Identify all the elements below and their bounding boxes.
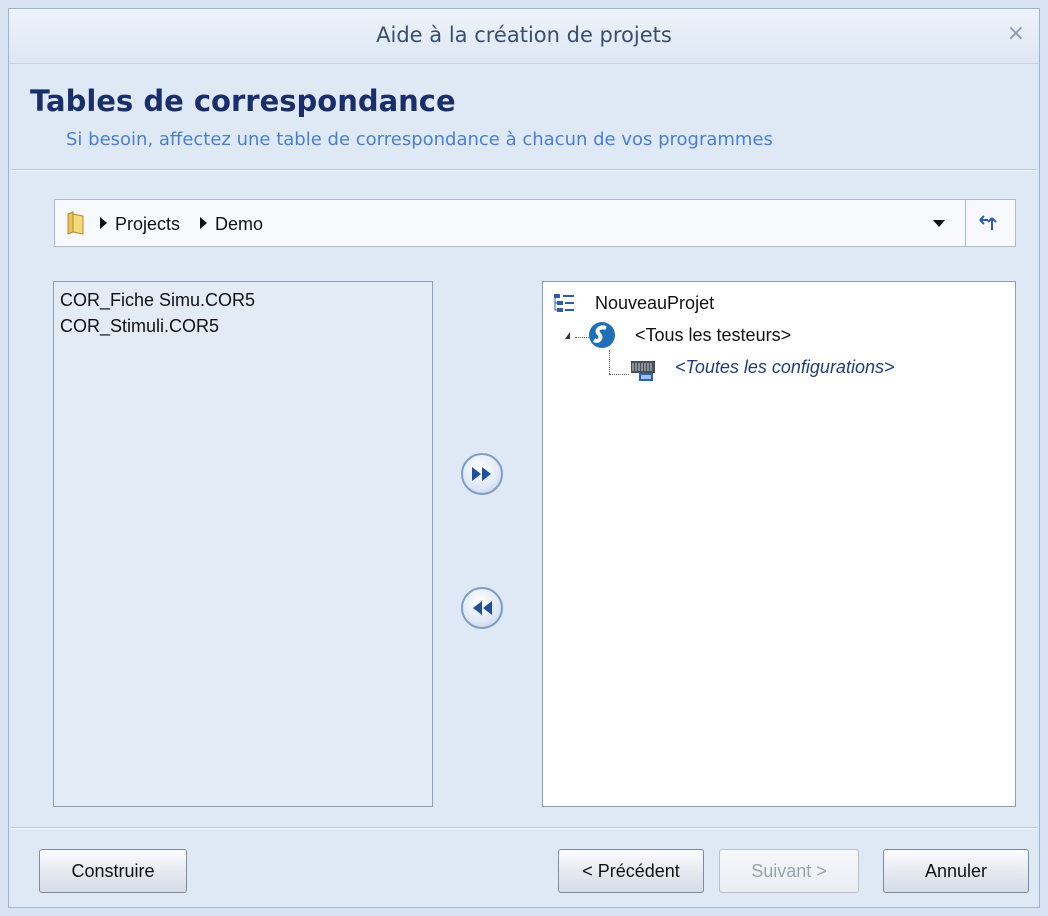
list-item[interactable]: COR_Stimuli.COR5 (60, 316, 219, 337)
close-icon[interactable]: × (1007, 21, 1025, 46)
tree-connector (609, 350, 610, 374)
project-tree[interactable]: NouveauProjet <Tous les testeurs> <Toute… (542, 281, 1016, 807)
tree-node-root[interactable]: NouveauProjet (595, 293, 714, 314)
tree-node-testers[interactable]: <Tous les testeurs> (635, 325, 791, 346)
wizard-window: Aide à la création de projets × Tables d… (8, 8, 1040, 908)
breadcrumb-projects[interactable]: Projects (115, 214, 180, 235)
double-arrow-right-icon (472, 467, 491, 481)
page-subtitle: Si besoin, affectez une table de corresp… (66, 129, 773, 150)
unassign-button[interactable] (461, 587, 503, 629)
refresh-button[interactable] (965, 200, 1015, 246)
tree-expander-icon[interactable] (565, 332, 570, 339)
refresh-icon (979, 215, 997, 230)
available-tables-list[interactable]: COR_Fiche Simu.COR5 COR_Stimuli.COR5 (53, 281, 433, 807)
header-divider (11, 169, 1037, 171)
list-item[interactable]: COR_Fiche Simu.COR5 (60, 290, 255, 311)
tree-root-icon (554, 294, 574, 312)
tree-node-configurations[interactable]: <Toutes les configurations> (675, 357, 894, 378)
page-header: Tables de correspondance Si besoin, affe… (9, 73, 1039, 167)
assign-button[interactable] (461, 453, 503, 495)
next-button[interactable]: Suivant > (719, 849, 859, 893)
chevron-down-icon[interactable] (933, 220, 945, 227)
cancel-button[interactable]: Annuler (883, 849, 1029, 893)
page-title: Tables de correspondance (30, 84, 456, 118)
footer-divider (11, 827, 1037, 829)
testers-icon (589, 322, 615, 348)
double-arrow-left-icon (473, 601, 492, 615)
configuration-icon (631, 361, 655, 381)
breadcrumb-demo[interactable]: Demo (215, 214, 263, 235)
build-button[interactable]: Construire (39, 849, 187, 893)
window-title: Aide à la création de projets (376, 23, 672, 47)
breadcrumb-separator-icon (100, 217, 107, 229)
tree-connector (609, 374, 629, 375)
previous-button[interactable]: < Précédent (558, 849, 704, 893)
folder-icon (67, 211, 84, 235)
title-bar: Aide à la création de projets × (9, 9, 1039, 64)
path-breadcrumb-bar[interactable]: Projects Demo (54, 199, 1016, 247)
breadcrumb-separator-icon (200, 217, 207, 229)
